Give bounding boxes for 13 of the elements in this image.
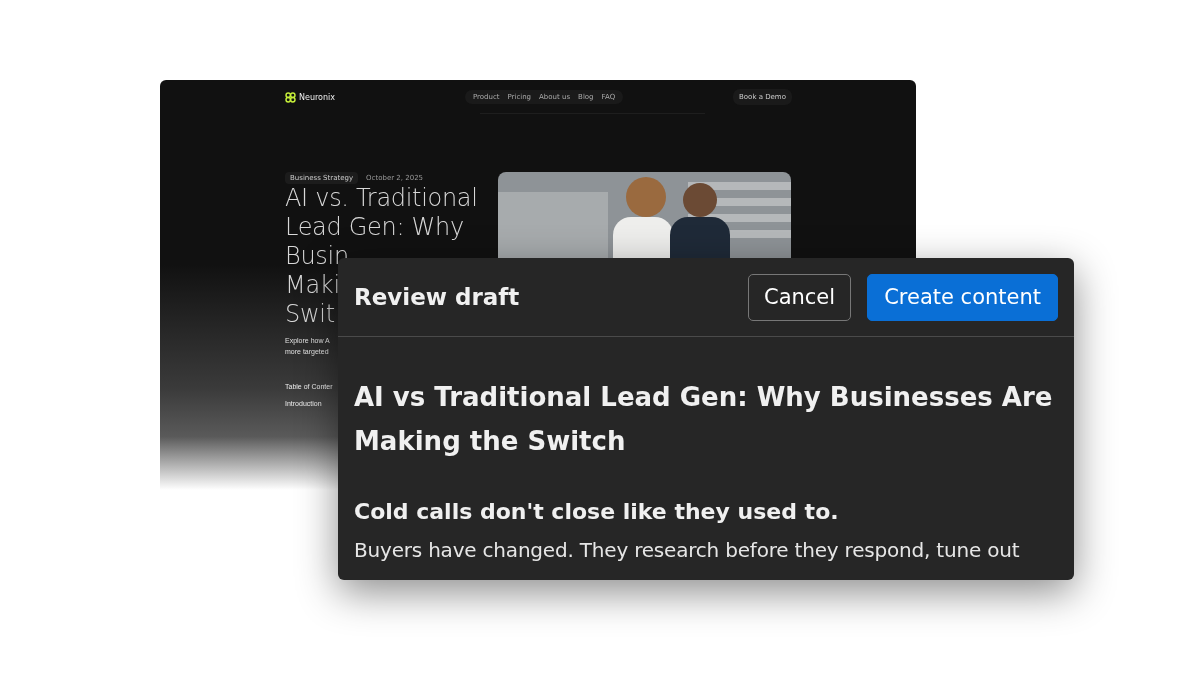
article-title: AI vs. Traditional bbox=[285, 184, 478, 213]
logo-icon bbox=[285, 91, 296, 103]
draft-subheading: Cold calls don't close like they used to. bbox=[354, 499, 840, 524]
cancel-button[interactable]: Cancel bbox=[748, 273, 852, 321]
article-title: Lead Gen: Why bbox=[285, 213, 464, 242]
brand-name[interactable]: Neuronix bbox=[299, 92, 335, 102]
create-content-button[interactable]: Create content bbox=[867, 273, 1058, 321]
article-title: Maki bbox=[285, 271, 340, 300]
article-title: Busin bbox=[285, 242, 349, 271]
draft-paragraph: Buyers have changed. They research before they respond, tune out bbox=[354, 538, 1021, 562]
draft-title: AI vs Traditional Lead Gen: Why Businesses Are Making the Switch bbox=[354, 381, 1054, 458]
article-title: Swit bbox=[285, 300, 335, 329]
dialog-title: Review draft bbox=[354, 284, 520, 310]
